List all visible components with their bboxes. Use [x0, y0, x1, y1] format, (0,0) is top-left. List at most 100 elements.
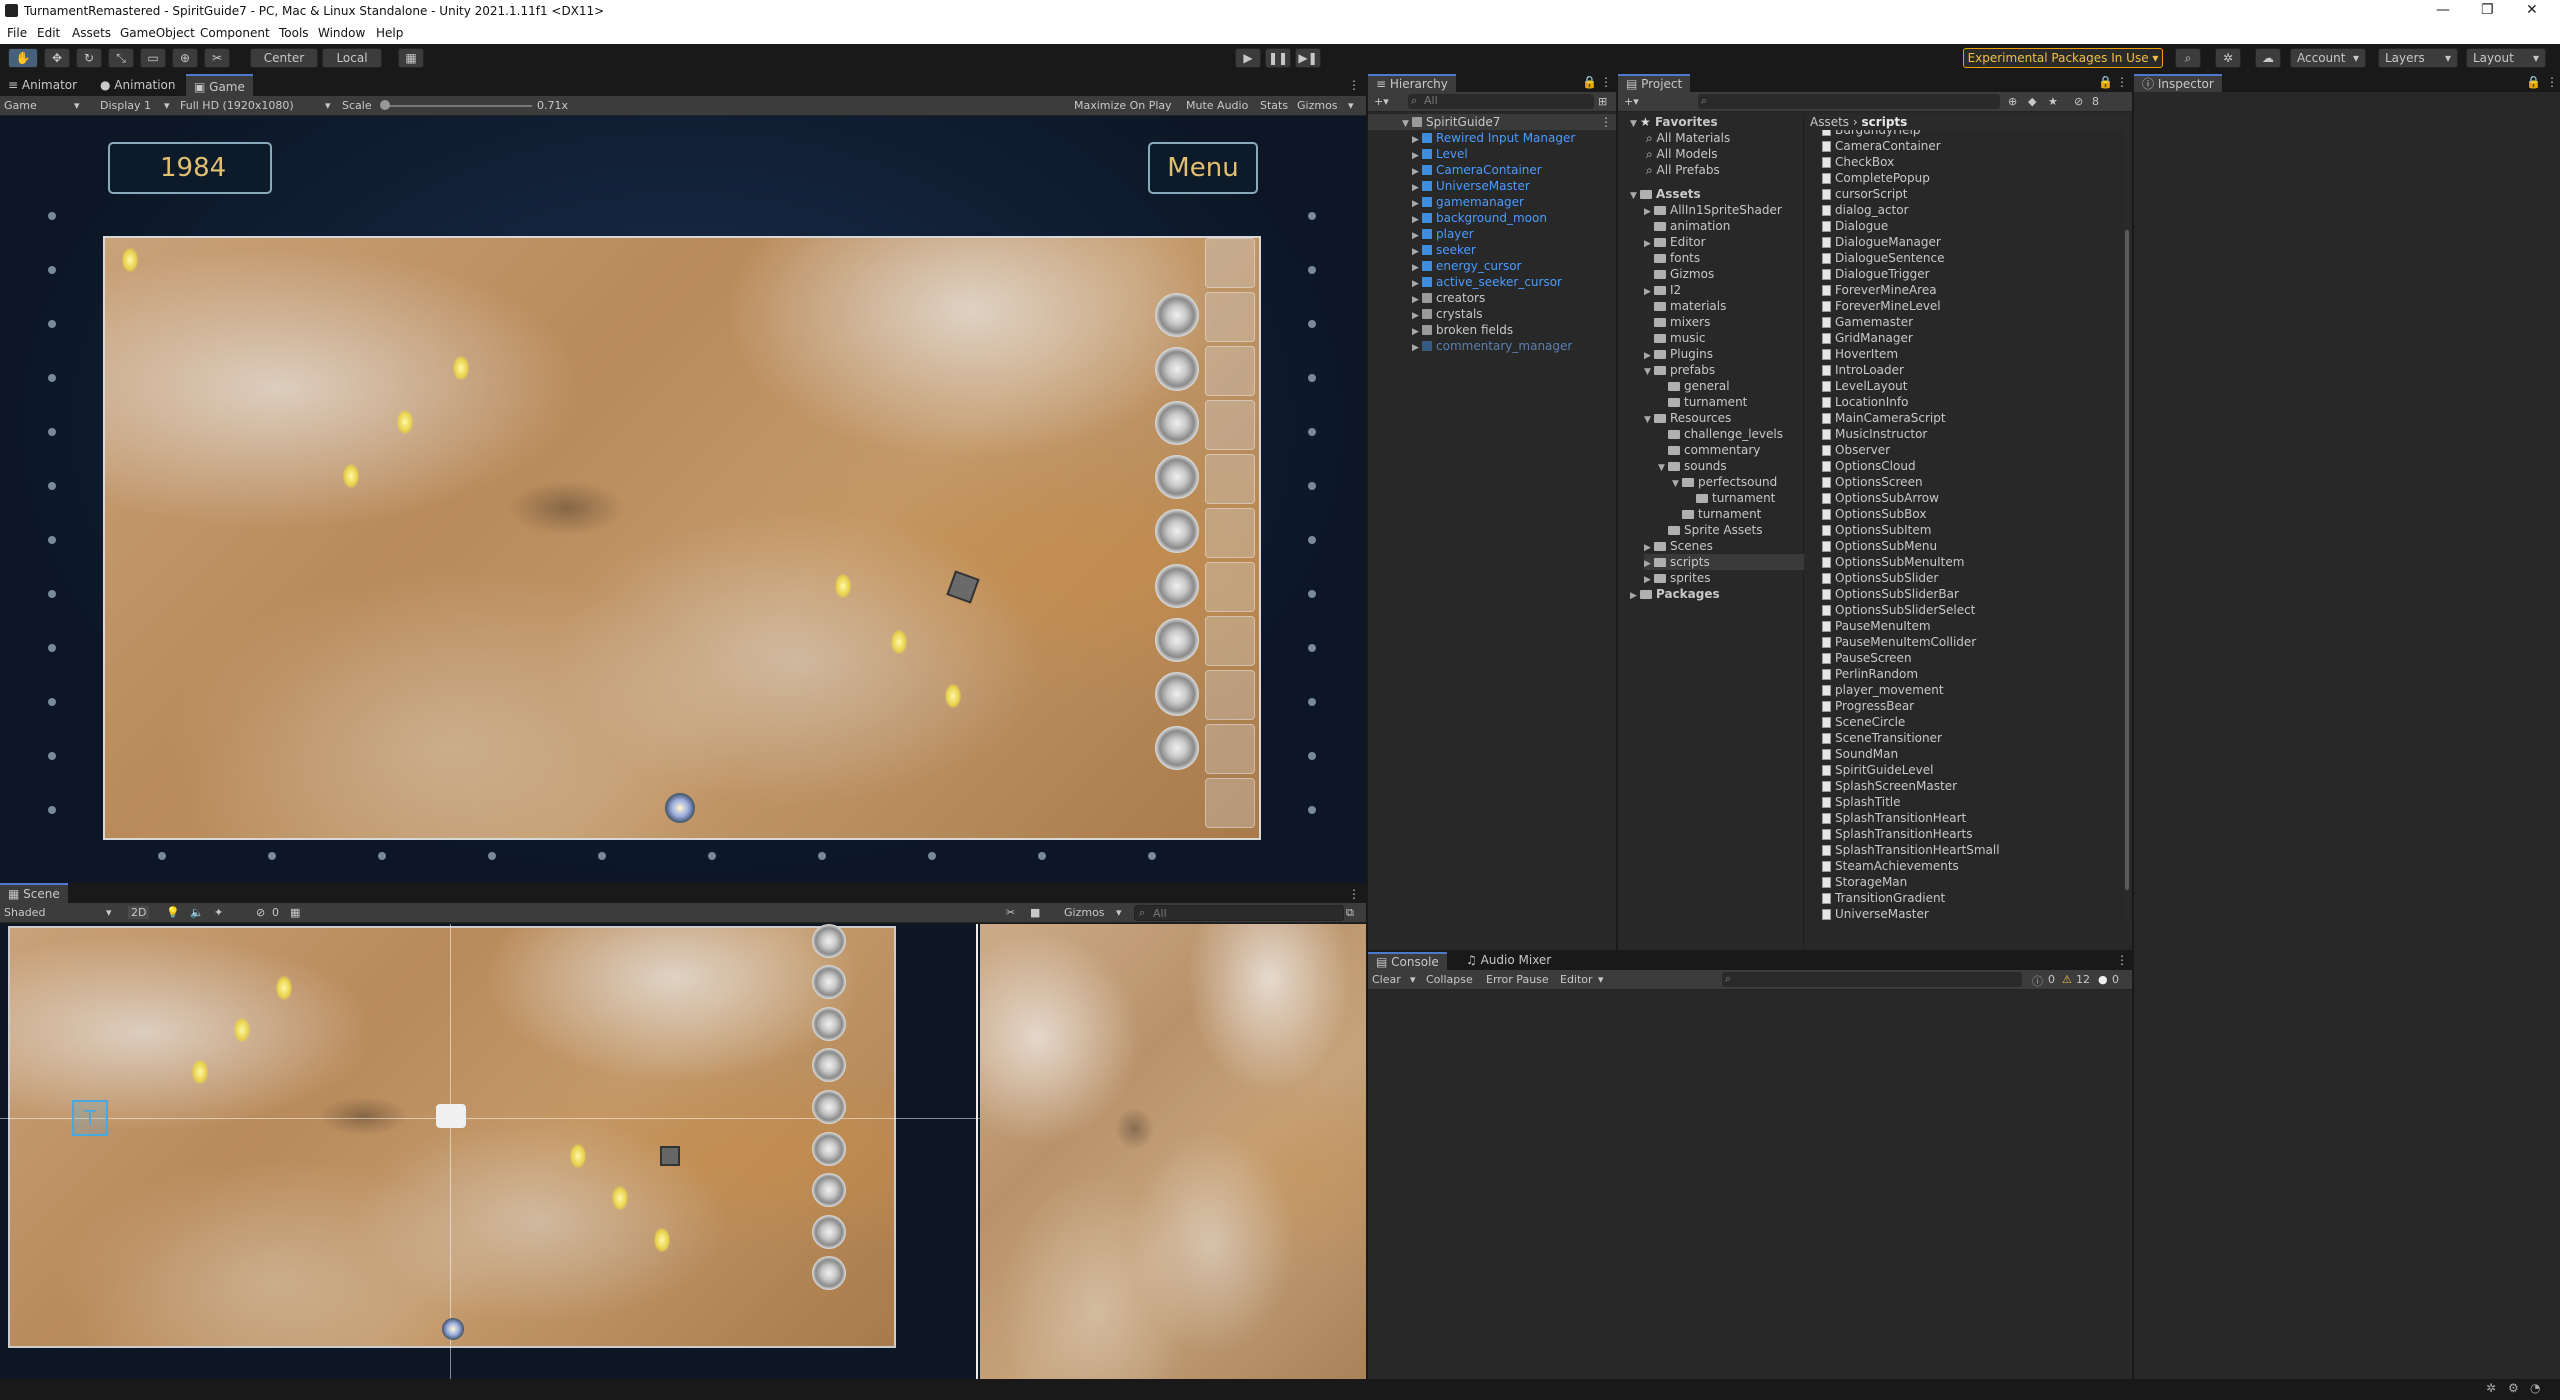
- step-button[interactable]: ▶❚: [1295, 48, 1321, 68]
- chevron-down-icon[interactable]: ▼: [1658, 460, 1668, 476]
- gizmos-toggle[interactable]: Gizmos: [1297, 99, 1338, 112]
- camera-icon[interactable]: ■: [1030, 906, 1040, 919]
- scene-search-input[interactable]: ⌕ All: [1134, 905, 1344, 921]
- layers-dropdown[interactable]: Layers ▾: [2378, 48, 2458, 68]
- saved-search-icon[interactable]: ★: [2048, 95, 2058, 108]
- folder-item[interactable]: ▶ Scenes: [1644, 538, 1713, 554]
- script-item[interactable]: SplashTitle: [1822, 794, 1901, 810]
- script-item[interactable]: OptionsSubSliderSelect: [1822, 602, 1975, 618]
- script-item[interactable]: CameraContainer: [1822, 138, 1941, 154]
- services-icon[interactable]: ✲: [2215, 48, 2241, 68]
- stats-toggle[interactable]: Stats: [1260, 99, 1288, 112]
- folder-item[interactable]: ▼ Resources: [1644, 410, 1731, 426]
- folder-item[interactable]: ▶ I2: [1644, 282, 1681, 298]
- hierarchy-item[interactable]: ▶ CameraContainer: [1412, 162, 1542, 178]
- folder-item[interactable]: turnament: [1686, 490, 1775, 506]
- favorite-item[interactable]: ⌕ All Materials: [1646, 130, 1730, 146]
- folder-item[interactable]: challenge_levels: [1658, 426, 1783, 442]
- script-item[interactable]: OptionsScreen: [1822, 474, 1923, 490]
- pivot-center-button[interactable]: Center: [250, 48, 318, 68]
- script-item[interactable]: OptionsSubItem: [1822, 522, 1931, 538]
- bug-icon[interactable]: ✲: [2486, 1381, 2496, 1395]
- assets-header[interactable]: ▼ Assets: [1630, 186, 1701, 202]
- pivot-local-button[interactable]: Local: [322, 48, 382, 68]
- script-item[interactable]: SplashTransitionHearts: [1822, 826, 1972, 842]
- panel-menu-icon[interactable]: ⋮: [2538, 74, 2560, 92]
- warning-icon[interactable]: ⚠: [2062, 973, 2072, 986]
- text-object-icon[interactable]: T: [72, 1100, 108, 1136]
- search-by-type-icon[interactable]: ⊕: [2008, 95, 2017, 108]
- menu-window[interactable]: Window: [318, 26, 365, 40]
- add-icon[interactable]: +▾: [1374, 95, 1389, 108]
- hierarchy-item[interactable]: ▶ energy_cursor: [1412, 258, 1521, 274]
- favorite-item[interactable]: ⌕ All Prefabs: [1646, 162, 1720, 178]
- error-pause-toggle[interactable]: Error Pause: [1486, 973, 1549, 986]
- tab-audio-mixer[interactable]: ♫ Audio Mixer: [1458, 952, 1559, 970]
- 2d-toggle[interactable]: 2D: [128, 906, 150, 919]
- script-item[interactable]: PauseScreen: [1822, 650, 1912, 666]
- folder-item[interactable]: ▶ scripts: [1644, 554, 1804, 570]
- hierarchy-item[interactable]: ▶ seeker: [1412, 242, 1476, 258]
- script-item[interactable]: DialogueTrigger: [1822, 266, 1930, 282]
- account-dropdown[interactable]: Account ▾: [2290, 48, 2366, 68]
- favorites-header[interactable]: ▼ ★ Favorites: [1630, 114, 1718, 130]
- script-item[interactable]: Gamemaster: [1822, 314, 1913, 330]
- packages-header[interactable]: ▶ Packages: [1630, 586, 1720, 602]
- folder-item[interactable]: general: [1658, 378, 1730, 394]
- script-item[interactable]: SplashTransitionHeart: [1822, 810, 1966, 826]
- filter-icon[interactable]: ⊞: [1598, 95, 1607, 108]
- menu-gameobject[interactable]: GameObject: [120, 26, 195, 40]
- script-item[interactable]: OptionsSubMenu: [1822, 538, 1937, 554]
- search-by-label-icon[interactable]: ◆: [2028, 95, 2036, 108]
- info-count-icon[interactable]: ⓘ: [2032, 973, 2043, 989]
- hierarchy-item[interactable]: ▶ player: [1412, 226, 1474, 242]
- hierarchy-item[interactable]: ▶ active_seeker_cursor: [1412, 274, 1562, 290]
- clear-button[interactable]: Clear: [1372, 973, 1401, 986]
- scale-tool-icon[interactable]: ⤡: [108, 48, 134, 68]
- script-item[interactable]: StorageMan: [1822, 874, 1907, 890]
- panel-menu-icon[interactable]: ⋮: [1340, 74, 1368, 96]
- tab-scene[interactable]: ▦ Scene: [0, 883, 68, 903]
- script-item[interactable]: OptionsSubMenuItem: [1822, 554, 1964, 570]
- tab-game[interactable]: ▣ Game: [186, 74, 253, 96]
- hierarchy-item[interactable]: ▶ Rewired Input Manager: [1412, 130, 1575, 146]
- hierarchy-item[interactable]: ▶ broken fields: [1412, 322, 1513, 338]
- display-dropdown[interactable]: Display 1: [100, 99, 151, 112]
- tab-inspector[interactable]: ⓘ Inspector: [2134, 74, 2222, 92]
- script-item[interactable]: cursorScript: [1822, 186, 1907, 202]
- hierarchy-item[interactable]: ▶ background_moon: [1412, 210, 1547, 226]
- tab-project[interactable]: ▤ Project: [1618, 74, 1691, 92]
- script-item[interactable]: OptionsCloud: [1822, 458, 1916, 474]
- script-item[interactable]: PauseMenuItemCollider: [1822, 634, 1976, 650]
- scale-slider[interactable]: [384, 105, 532, 107]
- hierarchy-item[interactable]: ▶ UniverseMaster: [1412, 178, 1530, 194]
- script-item[interactable]: CompletePopup: [1822, 170, 1930, 186]
- editor-dropdown[interactable]: Editor: [1560, 973, 1593, 986]
- script-item[interactable]: MainCameraScript: [1822, 410, 1946, 426]
- hand-tool-icon[interactable]: ✋: [8, 48, 38, 68]
- script-item[interactable]: SceneTransitioner: [1822, 730, 1942, 746]
- script-item[interactable]: dialog_actor: [1822, 202, 1909, 218]
- console-search-input[interactable]: ⌕: [1722, 972, 2022, 987]
- hierarchy-root-row[interactable]: ▼ SpiritGuide7 ⋮: [1368, 114, 1618, 130]
- script-item[interactable]: SteamAchievements: [1822, 858, 1959, 874]
- script-item[interactable]: PauseMenuItem: [1822, 618, 1931, 634]
- folder-item[interactable]: turnament: [1658, 394, 1747, 410]
- script-item[interactable]: SplashScreenMaster: [1822, 778, 1957, 794]
- folder-item[interactable]: mixers: [1644, 314, 1710, 330]
- add-icon[interactable]: +▾: [1624, 95, 1639, 108]
- folder-item[interactable]: ▼ prefabs: [1644, 362, 1715, 378]
- grid-icon[interactable]: ▦: [290, 906, 300, 919]
- tab-console[interactable]: ▤ Console: [1368, 952, 1447, 970]
- scale-slider-handle[interactable]: [380, 100, 390, 110]
- settings-icon[interactable]: ⚙: [2508, 1381, 2519, 1395]
- script-item[interactable]: Observer: [1822, 442, 1890, 458]
- script-item[interactable]: IntroLoader: [1822, 362, 1904, 378]
- rect-tool-icon[interactable]: ▭: [140, 48, 166, 68]
- audio-icon[interactable]: 🔈: [190, 906, 204, 919]
- play-button[interactable]: ▶: [1235, 48, 1261, 68]
- folder-item[interactable]: ▼ perfectsound: [1672, 474, 1777, 490]
- shading-dropdown[interactable]: Shaded: [4, 906, 45, 919]
- mute-audio-toggle[interactable]: Mute Audio: [1186, 99, 1248, 112]
- scrollbar-thumb[interactable]: [2125, 230, 2129, 890]
